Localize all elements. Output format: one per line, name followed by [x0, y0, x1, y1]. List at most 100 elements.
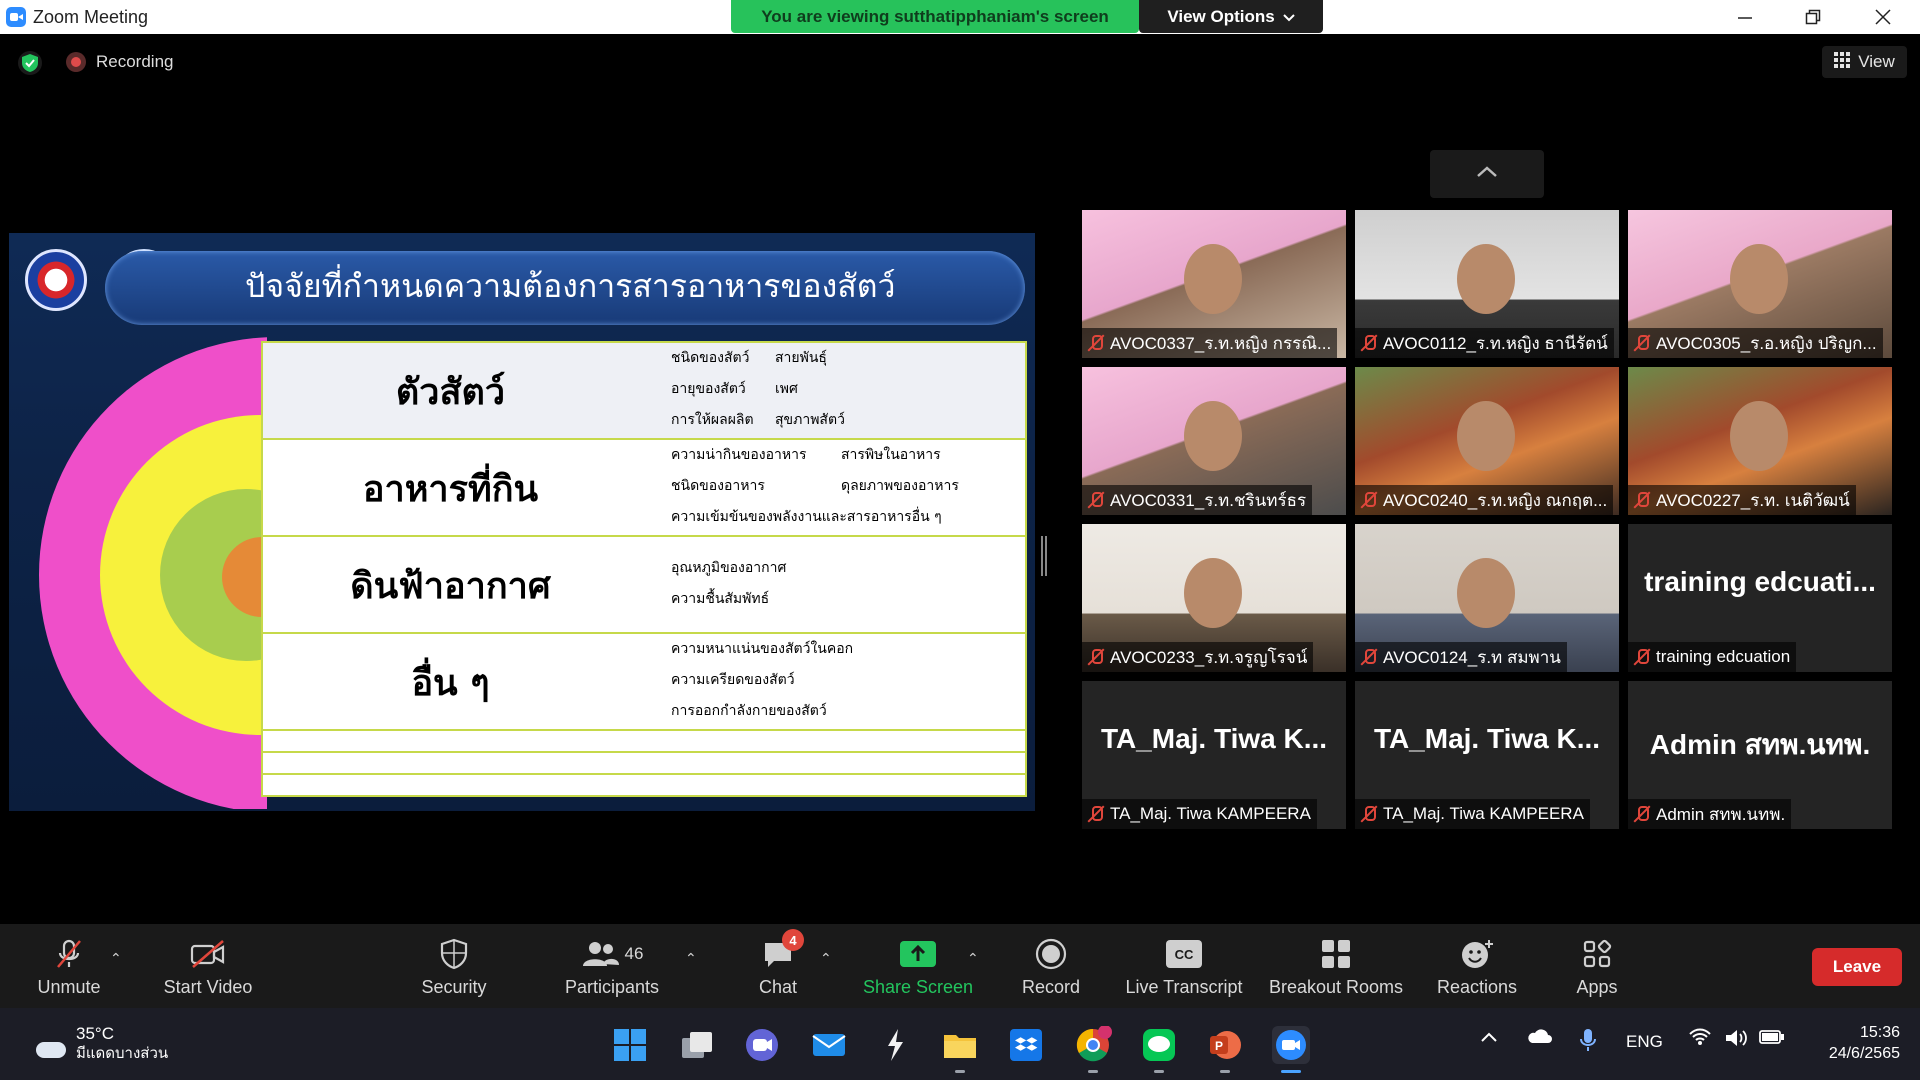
mail-icon[interactable]: [810, 1026, 848, 1064]
apps-icon: [1577, 937, 1617, 971]
table-row: อื่น ๆ ความหนาแน่นของสัตว์ในคอก ความเครี…: [263, 634, 1025, 731]
participant-name-bar: AVOC0227_ร.ท. เนติวัฒน์: [1628, 485, 1856, 515]
minimize-button[interactable]: [1710, 0, 1780, 34]
participant-name-bar: AVOC0305_ร.อ.หญิง ปริญก...: [1628, 328, 1883, 358]
battery-charging-icon[interactable]: [1759, 1028, 1785, 1051]
participant-tile[interactable]: training edcuati... training edcuation: [1628, 524, 1892, 672]
record-label: Record: [1021, 977, 1081, 997]
participant-tile[interactable]: AVOC0112_ร.ท.หญิง ธานีรัตน์: [1355, 210, 1619, 358]
unmute-button[interactable]: Unmute: [28, 930, 110, 1002]
task-view-icon[interactable]: [678, 1026, 716, 1064]
powerpoint-icon[interactable]: P: [1206, 1026, 1244, 1064]
chrome-icon[interactable]: [1074, 1025, 1112, 1064]
participants-button[interactable]: 46 Participants: [560, 930, 664, 1002]
row-details-climate: อุณหภูมิของอากาศ ความชื้นสัมพัทธ์: [671, 553, 786, 615]
participant-tile[interactable]: AVOC0240_ร.ท.หญิง ณกฤต...: [1355, 367, 1619, 515]
microphone-muted-icon: [1634, 334, 1650, 352]
participant-tile[interactable]: Admin สทพ.นทพ. Admin สทพ.นทพ.: [1628, 681, 1892, 829]
start-windows-icon[interactable]: [611, 1026, 649, 1064]
participant-avatar: [1184, 244, 1242, 314]
participant-tile[interactable]: AVOC0337_ร.ท.หญิง กรรณิ...: [1082, 210, 1346, 358]
presentation-slide: ปัจจัยที่กำหนดความต้องการสารอาหารของสัตว…: [9, 233, 1035, 811]
shared-screen[interactable]: ปัจจัยที่กำหนดความต้องการสารอาหารของสัตว…: [9, 201, 1035, 874]
share-screen-label: Share Screen: [862, 977, 974, 997]
viewing-screen-banner: You are viewing sutthatipphaniam's scree…: [731, 0, 1139, 33]
row-label-climate: ดินฟ้าอากาศ: [350, 566, 551, 607]
view-options-button[interactable]: View Options: [1139, 0, 1323, 33]
weather-widget[interactable]: 35°C มีแดดบางส่วน: [28, 1024, 168, 1064]
participant-tile[interactable]: AVOC0124_ร.ท สมพาน: [1355, 524, 1619, 672]
participant-name-bar: training edcuation: [1628, 642, 1797, 672]
live-transcript-button[interactable]: CC Live Transcript: [1122, 930, 1246, 1002]
reactions-label: Reactions: [1436, 977, 1518, 997]
file-explorer-icon[interactable]: [941, 1026, 979, 1064]
window-title: Zoom Meeting: [33, 6, 149, 27]
participant-tile[interactable]: AVOC0331_ร.ท.ชรินทร์ธร: [1082, 367, 1346, 515]
lightning-app-icon[interactable]: [876, 1026, 914, 1064]
apps-button[interactable]: Apps: [1566, 930, 1628, 1002]
language-indicator[interactable]: ENG: [1626, 1032, 1663, 1052]
smiley-plus-icon: [1457, 937, 1497, 971]
audio-options-caret-icon[interactable]: ⌃: [110, 950, 122, 967]
gallery-scroll-up-button[interactable]: [1430, 150, 1544, 198]
participants-options-caret-icon[interactable]: ⌃: [685, 950, 697, 967]
system-clock[interactable]: 15:36 24/6/2565: [1805, 1022, 1900, 1064]
chevron-up-icon: [1476, 165, 1498, 183]
partly-sunny-icon: [28, 1030, 66, 1058]
close-button[interactable]: [1848, 0, 1918, 34]
chevron-down-icon: [1282, 7, 1295, 27]
participant-tile[interactable]: AVOC0227_ร.ท. เนติวัฒน์: [1628, 367, 1892, 515]
security-label: Security: [421, 977, 487, 997]
show-hidden-icons-chevron-icon[interactable]: [1480, 1028, 1498, 1048]
microphone-muted-icon: [1088, 805, 1104, 823]
participant-avatar: [1730, 401, 1788, 471]
security-button[interactable]: Security: [412, 930, 496, 1002]
chat-button[interactable]: 4 Chat: [742, 929, 814, 1002]
live-transcript-label: Live Transcript: [1125, 977, 1243, 997]
line-app-icon[interactable]: [1140, 1026, 1178, 1064]
chat-options-caret-icon[interactable]: ⌃: [820, 950, 832, 967]
microphone-icon[interactable]: [1580, 1028, 1596, 1057]
row-label-animal: ตัวสัตว์: [395, 372, 506, 413]
volume-icon[interactable]: [1724, 1028, 1748, 1053]
participant-tile[interactable]: TA_Maj. Tiwa K... TA_Maj. Tiwa KAMPEERA: [1355, 681, 1619, 829]
row-details-feed: ความน่ากินของอาหาร สารพิษในอาหาร ชนิดของอ…: [671, 440, 959, 533]
detail-text: การให้ผลผลิต: [671, 412, 754, 428]
detail-text: ดุลยภาพของอาหาร: [841, 478, 959, 494]
dropbox-icon[interactable]: [1007, 1026, 1045, 1064]
unmute-label: Unmute: [37, 977, 101, 997]
detail-text: ชนิดของสัตว์: [671, 350, 750, 366]
splitter-handle[interactable]: [1041, 536, 1047, 576]
zoom-taskbar-icon[interactable]: [1272, 1026, 1310, 1064]
participant-tile[interactable]: TA_Maj. Tiwa K... TA_Maj. Tiwa KAMPEERA: [1082, 681, 1346, 829]
start-video-button[interactable]: Start Video: [158, 930, 258, 1002]
participant-tile[interactable]: AVOC0305_ร.อ.หญิง ปริญก...: [1628, 210, 1892, 358]
taskbar-running-indicator: [1154, 1070, 1164, 1073]
recording-indicator[interactable]: Recording: [66, 52, 174, 72]
record-button[interactable]: Record: [1016, 930, 1086, 1002]
leave-button[interactable]: Leave: [1812, 948, 1902, 986]
participant-avatar: [1730, 244, 1788, 314]
microphone-muted-icon: [1634, 805, 1650, 823]
detail-text: สารพิษในอาหาร: [841, 447, 941, 463]
encryption-shield-icon[interactable]: [18, 51, 42, 75]
table-row: ตัวสัตว์ ชนิดของสัตว์ สายพันธุ์ อายุของสั…: [263, 343, 1025, 440]
teams-chat-icon[interactable]: [743, 1026, 781, 1064]
chat-bubble-icon: 4: [758, 929, 804, 971]
reactions-button[interactable]: Reactions: [1426, 930, 1528, 1002]
microphone-muted-icon: [1088, 491, 1104, 509]
onedrive-cloud-icon[interactable]: [1526, 1028, 1552, 1049]
microphone-muted-icon: [1634, 491, 1650, 509]
share-screen-button[interactable]: Share Screen: [862, 930, 974, 1002]
share-options-caret-icon[interactable]: ⌃: [967, 950, 979, 967]
participant-name: AVOC0227_ร.ท. เนติวัฒน์: [1656, 490, 1850, 510]
view-button[interactable]: View: [1822, 46, 1907, 78]
restore-button[interactable]: [1778, 0, 1848, 34]
microphone-muted-icon: [1361, 334, 1377, 352]
microphone-muted-icon: [1361, 805, 1377, 823]
breakout-rooms-button[interactable]: Breakout Rooms: [1266, 930, 1406, 1002]
record-icon: [1031, 937, 1071, 971]
microphone-muted-icon: [1361, 491, 1377, 509]
participant-tile[interactable]: AVOC0233_ร.ท.จรูญโรจน์: [1082, 524, 1346, 672]
wifi-icon[interactable]: [1688, 1028, 1712, 1051]
